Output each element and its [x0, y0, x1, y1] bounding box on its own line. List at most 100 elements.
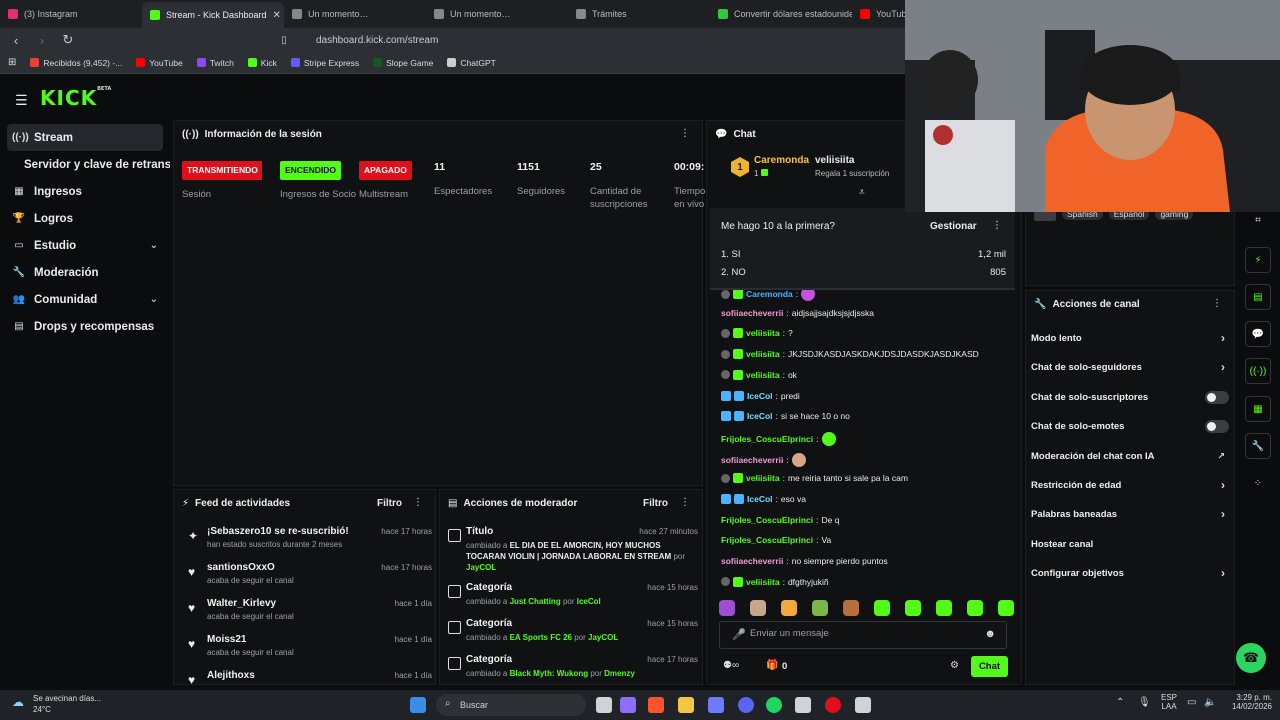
sidebar-item[interactable]: 🔧 Moderación — [0, 259, 170, 286]
document-icon[interactable]: ▤ — [1245, 284, 1271, 310]
channel-action[interactable]: Chat de solo-seguidores › — [1031, 360, 1229, 376]
steam-icon[interactable] — [855, 697, 871, 713]
layout-icon[interactable]: ▦ — [1245, 396, 1271, 422]
kick-logo[interactable]: KICKBETA — [40, 86, 111, 110]
sidebar-item[interactable]: 👥 Comunidad ⌄ — [0, 286, 170, 313]
mod-action-user[interactable]: Dmenzy — [604, 669, 635, 678]
bookmark-item[interactable]: Twitch — [196, 58, 234, 68]
bookmark-item[interactable]: Slope Game — [373, 58, 433, 68]
language-indicator[interactable]: ESP LAA — [1161, 693, 1177, 711]
chat-username[interactable]: veliisiita — [746, 349, 780, 359]
feed-filter-button[interactable]: Filtro — [377, 498, 402, 509]
chat-username[interactable]: IceCol — [747, 411, 773, 421]
emote-icon[interactable] — [750, 600, 766, 616]
opera-icon[interactable] — [825, 697, 841, 713]
pinned-user[interactable]: Caremonda — [754, 155, 809, 166]
mod-filter-button[interactable]: Filtro — [643, 498, 668, 509]
bookmark-item[interactable]: Stripe Express — [290, 58, 359, 68]
browser-tab[interactable]: Convertir dólares estadounide — [710, 2, 852, 26]
collapse-icon[interactable]: ⩡ — [859, 187, 865, 198]
audio-icon[interactable] — [795, 697, 811, 713]
chat-username[interactable]: Frijoles_CoscuElprinci — [721, 515, 813, 525]
bookmark-item[interactable]: Kick — [247, 58, 277, 68]
toggle-switch[interactable] — [1205, 390, 1229, 404]
menu-icon[interactable]: ☰ — [15, 92, 28, 109]
weather-title[interactable]: Se avecinan días... — [33, 694, 101, 703]
feed-item-title[interactable]: Alejithoxs — [207, 670, 255, 681]
chat-username[interactable]: Frijoles_CoscuElprinci — [721, 434, 813, 444]
feed-item-title[interactable]: santionsOxxO — [207, 562, 275, 573]
browser-tab[interactable]: Stream - Kick Dashboard ✕ — [142, 2, 284, 28]
close-icon[interactable]: ✕ — [273, 10, 281, 21]
browser-tab[interactable]: Trámites — [568, 2, 710, 26]
feed-item-title[interactable]: Walter_Kirlevy — [207, 598, 276, 609]
app-icon[interactable] — [708, 697, 724, 713]
feed-item-title[interactable]: Moiss21 — [207, 634, 246, 645]
toggle-switch[interactable] — [1205, 420, 1229, 434]
emote-icon[interactable] — [967, 600, 983, 616]
channel-action[interactable]: Chat de solo-suscriptores — [1031, 390, 1229, 406]
chat-icon[interactable]: 💬 — [1245, 321, 1271, 347]
files-icon[interactable] — [678, 697, 694, 713]
broadcast-icon[interactable]: ((·)) — [1245, 358, 1271, 384]
sidebar-item[interactable]: ▭ Estudio ⌄ — [0, 232, 170, 259]
poll-manage-button[interactable]: Gestionar — [930, 221, 977, 232]
chat-username[interactable]: sofiiaecheverrii — [721, 556, 783, 566]
chevron-down-icon[interactable]: ⌄ — [150, 294, 158, 305]
back-icon[interactable]: ‹ — [8, 33, 24, 48]
chat-username[interactable]: veliisiita — [746, 577, 780, 587]
chat-username[interactable]: veliisiita — [746, 328, 780, 338]
send-chat-button[interactable]: Chat — [971, 656, 1008, 677]
emote-icon[interactable] — [843, 600, 859, 616]
more-icon[interactable]: ⋮ — [992, 220, 1002, 231]
chat-username[interactable]: IceCol — [747, 391, 773, 401]
emote-icon[interactable] — [998, 600, 1014, 616]
chevron-down-icon[interactable]: ⌄ — [150, 240, 158, 251]
chat-username[interactable]: veliisiita — [746, 370, 780, 380]
poll-option-1[interactable]: 1. SI — [721, 249, 741, 260]
reload-icon[interactable]: ↻ — [60, 32, 76, 48]
bookmark-item[interactable]: YouTube — [136, 58, 183, 68]
chat-username[interactable]: veliisiita — [746, 473, 780, 483]
emote-icon[interactable] — [812, 600, 828, 616]
sidebar-item[interactable]: 🏆 Logros — [0, 205, 170, 232]
microphone-icon[interactable]: 🎤 — [732, 628, 746, 641]
chat-username[interactable]: sofiiaecheverrii — [721, 308, 783, 318]
gift-icon[interactable]: 🎁 — [766, 660, 778, 671]
chat-username[interactable]: Caremonda — [746, 289, 793, 299]
brave-icon[interactable] — [648, 697, 664, 713]
discord-icon[interactable] — [738, 697, 754, 713]
mic-tray-icon[interactable]: 🎙 — [1138, 697, 1151, 708]
task-view-icon[interactable] — [596, 697, 612, 713]
browser-tab[interactable]: Un momento… — [284, 2, 426, 26]
mod-action-user[interactable]: IceCol — [577, 597, 601, 606]
emote-icon[interactable] — [781, 600, 797, 616]
taskbar-search[interactable]: ⌕ Buscar — [436, 694, 586, 716]
gifter-user[interactable]: veliisiita — [815, 155, 854, 166]
feed-item-title[interactable]: ¡Sebaszero10 se re-suscribió! — [207, 526, 349, 537]
chevron-right-icon[interactable]: › — [1221, 507, 1225, 521]
chat-input-box[interactable]: 🎤 ☻ — [719, 621, 1007, 649]
chevron-right-icon[interactable]: › — [1221, 331, 1225, 345]
forward-icon[interactable]: › — [34, 33, 50, 48]
emote-icon[interactable] — [874, 600, 890, 616]
poll-option-2[interactable]: 2. NO — [721, 267, 746, 278]
chevron-right-icon[interactable]: › — [1221, 566, 1225, 580]
wrench-icon[interactable]: 🔧 — [1245, 433, 1271, 459]
sidebar-item[interactable]: ▤ Drops y recompensas — [0, 313, 170, 340]
channel-action[interactable]: Hostear canal — [1031, 539, 1229, 553]
chat-username[interactable]: sofiiaecheverrii — [721, 455, 783, 465]
volume-icon[interactable]: 🔈 — [1204, 697, 1216, 708]
channel-action[interactable]: Configurar objetivos › — [1031, 566, 1229, 582]
sidebar-item[interactable]: Servidor y clave de retransmisión — [0, 151, 170, 178]
more-icon[interactable]: ⋮ — [680, 128, 690, 139]
channel-action[interactable]: Chat de solo-emotes — [1031, 420, 1229, 435]
channel-action[interactable]: Moderación del chat con IA ↗ — [1031, 451, 1229, 465]
clock[interactable]: 3:29 p. m. 14/02/2026 — [1228, 693, 1272, 711]
people-infinity-icon[interactable]: ⚉∞ — [723, 660, 739, 671]
more-icon[interactable]: ⋮ — [1212, 298, 1222, 309]
spotify-icon[interactable] — [766, 697, 782, 713]
external-link-icon[interactable]: ↗ — [1217, 451, 1225, 462]
sidebar-item[interactable]: ((·)) Stream — [7, 124, 163, 151]
emoji-icon[interactable]: ☻ — [984, 628, 996, 640]
